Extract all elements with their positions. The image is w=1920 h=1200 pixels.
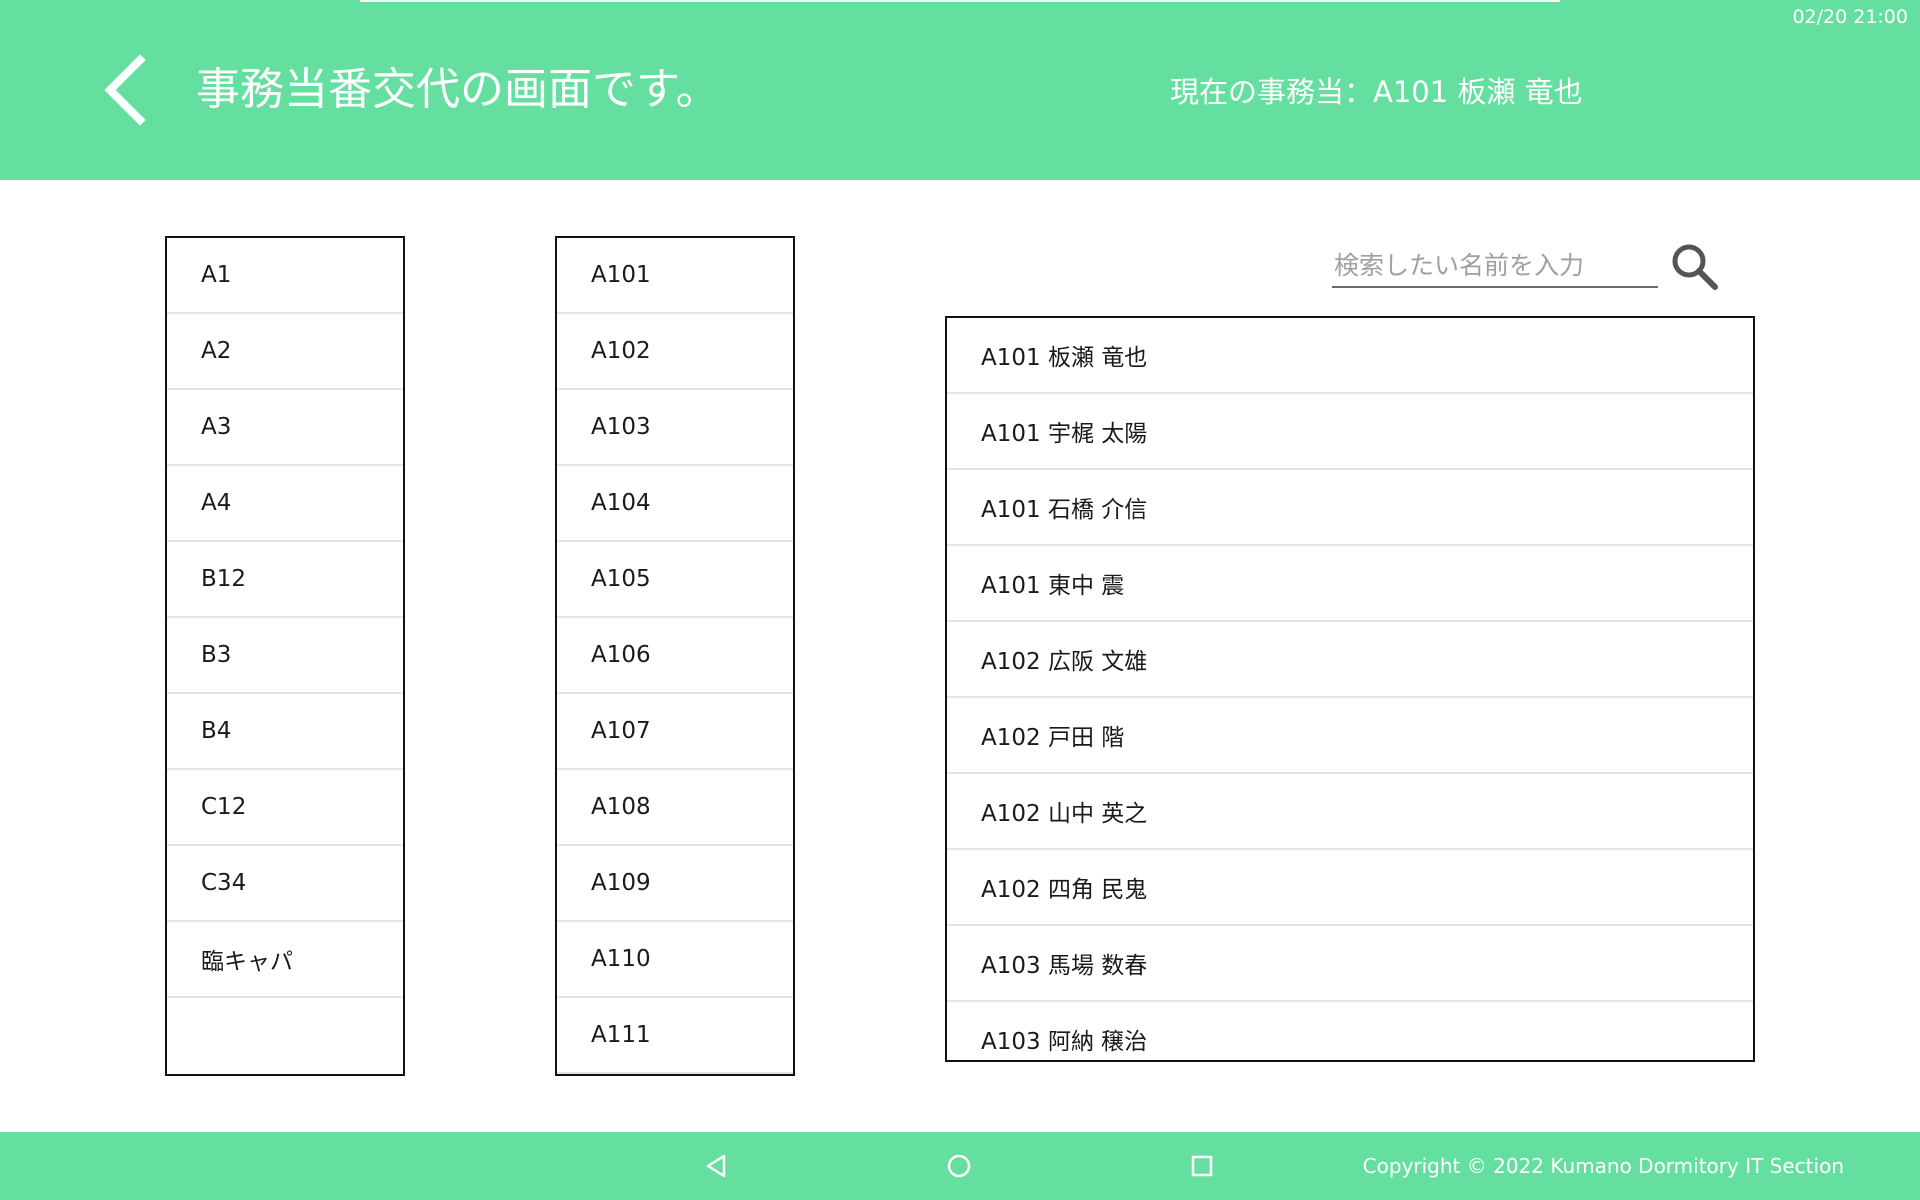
search-icon (1672, 244, 1718, 290)
room-list[interactable]: A101 A102 A103 A104 A105 A106 A107 A108 A109 A110… (555, 236, 795, 1076)
person-list-item[interactable]: A101 板瀬 竜也 (947, 318, 1753, 394)
footer-bar: Copyright © 2022 Kumano Dormitory IT Sec… (0, 1132, 1920, 1200)
block-list-item[interactable]: B12 (167, 542, 403, 618)
block-list[interactable]: A1 A2 A3 A4 B12 B3 B4 C12 C34 臨キャパ (165, 236, 405, 1076)
room-list-item[interactable]: A101 (557, 238, 793, 314)
room-list-item[interactable]: A111 (557, 998, 793, 1074)
room-list-item[interactable]: A105 (557, 542, 793, 618)
person-list-item[interactable]: A102 四角 民鬼 (947, 850, 1753, 926)
square-recents-icon (1191, 1155, 1213, 1177)
block-list-item[interactable]: 臨キャパ (167, 922, 403, 998)
copyright-text: Copyright © 2022 Kumano Dormitory IT Sec… (1362, 1154, 1844, 1178)
back-button[interactable] (92, 52, 162, 128)
duty-change-screen: 02/20 21:00 事務当番交代の画面です。 現在の事務当：A101 板瀬 … (0, 0, 1920, 1200)
block-list-item[interactable]: A3 (167, 390, 403, 466)
room-list-item[interactable]: A106 (557, 618, 793, 694)
person-list[interactable]: A101 板瀬 竜也 A101 宇梶 太陽 A101 石橋 介信 A101 東中 震A… (945, 316, 1755, 1062)
room-list-item[interactable]: A107 (557, 694, 793, 770)
search-button[interactable] (1668, 240, 1722, 294)
block-list-item[interactable]: B4 (167, 694, 403, 770)
circle-home-icon (947, 1154, 971, 1178)
block-list-item[interactable]: C12 (167, 770, 403, 846)
person-list-item[interactable]: A102 山中 英之 (947, 774, 1753, 850)
page-title: 事務当番交代の画面です。 (196, 64, 720, 115)
person-list-item[interactable]: A101 石橋 介信 (947, 470, 1753, 546)
person-list-item[interactable]: A103 阿納 穣治 (947, 1002, 1753, 1060)
chevron-left-icon (104, 54, 146, 126)
room-list-item[interactable]: A108 (557, 770, 793, 846)
person-list-item[interactable]: A101 宇梶 太陽 (947, 394, 1753, 470)
status-clock: 02/20 21:00 (1792, 6, 1908, 28)
search-input[interactable] (1332, 244, 1658, 288)
status-strip (360, 0, 1560, 2)
room-list-item[interactable]: A102 (557, 314, 793, 390)
person-list-item[interactable]: A102 戸田 階 (947, 698, 1753, 774)
nav-recents-button[interactable] (1178, 1142, 1226, 1190)
block-list-item[interactable]: A4 (167, 466, 403, 542)
block-list-item[interactable]: B3 (167, 618, 403, 694)
room-list-item[interactable]: A110 (557, 922, 793, 998)
person-list-item[interactable]: A101 東中 震 (947, 546, 1753, 622)
person-list-item[interactable]: A102 広阪 文雄 (947, 622, 1753, 698)
room-list-item[interactable]: A104 (557, 466, 793, 542)
nav-home-button[interactable] (935, 1142, 983, 1190)
current-duty-label: 現在の事務当：A101 板瀬 竜也 (1170, 75, 1583, 109)
header-bar: 02/20 21:00 事務当番交代の画面です。 現在の事務当：A101 板瀬 … (0, 0, 1920, 180)
person-list-item[interactable]: A103 馬場 数春 (947, 926, 1753, 1002)
triangle-back-icon (706, 1154, 726, 1178)
nav-back-button[interactable] (692, 1142, 740, 1190)
room-list-item[interactable]: A109 (557, 846, 793, 922)
room-list-item[interactable]: A103 (557, 390, 793, 466)
block-list-item[interactable]: C34 (167, 846, 403, 922)
block-list-item[interactable]: A1 (167, 238, 403, 314)
block-list-item[interactable]: A2 (167, 314, 403, 390)
